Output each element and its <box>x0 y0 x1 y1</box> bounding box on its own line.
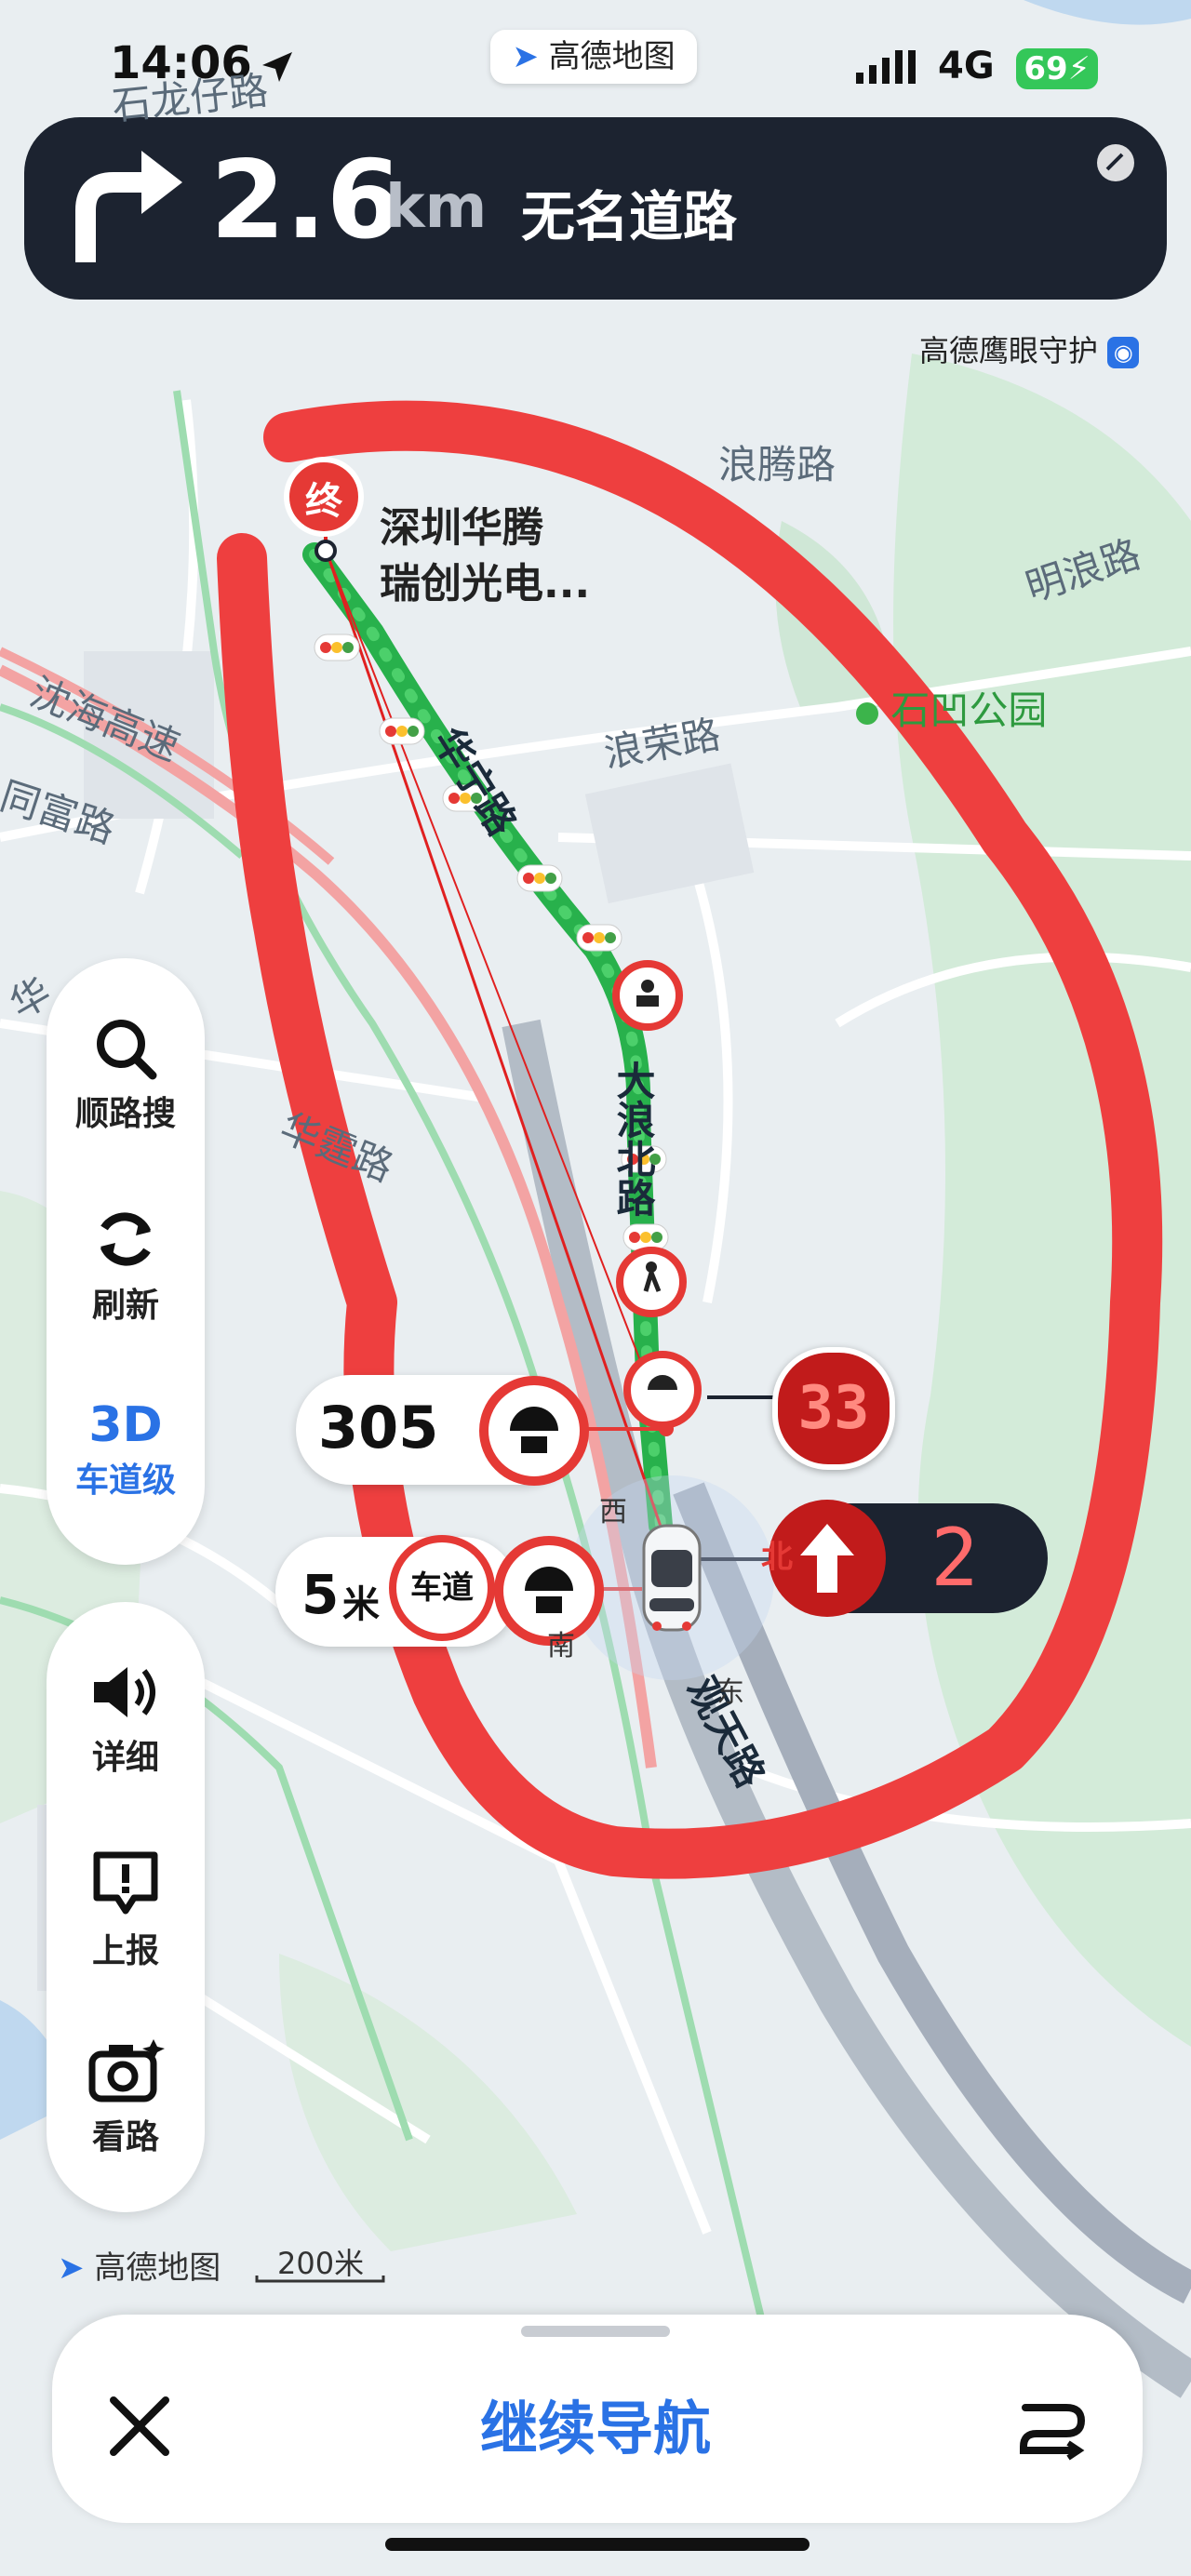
network-type: 4G <box>938 45 995 87</box>
lane-info-value: 305 <box>318 1394 439 1462</box>
close-icon[interactable] <box>102 2389 177 2463</box>
signal-icon <box>856 50 916 84</box>
traffic-light-sign-icon <box>479 1376 589 1486</box>
camera-icon <box>88 2039 165 2102</box>
turn-distance: 2.6 <box>210 138 402 263</box>
compass-west: 西 <box>599 1496 627 1528</box>
side-panel-bottom: 详细 上报 看路 <box>47 1602 205 2212</box>
battery-level: 69 <box>1024 50 1068 87</box>
refresh-icon <box>100 1212 152 1266</box>
poi-label: 石凹公园 <box>856 679 1047 736</box>
voice-detail-button[interactable]: 详细 <box>47 1660 205 1779</box>
refresh-button[interactable]: 刷新 <box>47 1204 205 1327</box>
destination-name[interactable]: 深圳华腾 瑞创光电... <box>380 501 590 612</box>
battery-indicator: 69⚡ <box>1016 48 1098 89</box>
report-icon <box>93 1851 158 1915</box>
turn-instruction-banner[interactable]: 2.6 km 无名道路 <box>24 117 1167 300</box>
search-along-button[interactable]: 顺路搜 <box>47 1016 205 1135</box>
lane-level-3d-button[interactable]: 3D 车道级 <box>47 1397 205 1502</box>
turn-right-arrow-icon <box>75 151 182 262</box>
map-brand-watermark: ➤ 高德地图 <box>58 2242 221 2288</box>
mode-3d-label: 3D <box>88 1397 163 1453</box>
destination-name-line1: 深圳华腾 <box>380 504 543 552</box>
lane-number: 2 <box>930 1512 979 1605</box>
amap-logo-icon: ➤ <box>512 38 539 75</box>
home-indicator[interactable] <box>385 2538 810 2551</box>
lane-tag-label: 车道 <box>410 1569 474 1607</box>
shield-icon: ◉ <box>1107 337 1140 368</box>
gps-signal-icon <box>1097 144 1134 181</box>
distance-unit: 米 <box>342 1583 380 1626</box>
continue-navigation-button[interactable]: 继续导航 <box>409 2382 782 2465</box>
map-brand-label: 高德地图 <box>94 2249 221 2287</box>
route-options-icon[interactable] <box>1012 2389 1091 2463</box>
speaker-icon <box>94 1667 155 1717</box>
road-label: 浪腾路 <box>718 442 836 487</box>
scale-value: 200米 <box>277 2246 365 2281</box>
destination-marker-label: 终 <box>305 480 342 523</box>
lane-level-label: 车道级 <box>74 1462 176 1500</box>
report-label: 上报 <box>91 1932 159 1970</box>
voice-detail-label: 详细 <box>91 1739 159 1777</box>
search-along-label: 顺路搜 <box>74 1095 176 1133</box>
view-road-button[interactable]: 看路 <box>47 2035 205 2158</box>
app-brand-label: 高德地图 <box>548 38 676 75</box>
traffic-light-countdown: 33 <box>772 1347 895 1470</box>
amap-logo-icon: ➤ <box>58 2249 85 2287</box>
side-panel-top: 顺路搜 刷新 3D 车道级 <box>47 958 205 1565</box>
report-button[interactable]: 上报 <box>47 1849 205 1972</box>
destination-name-line2: 瑞创光电... <box>380 560 591 607</box>
turn-distance-unit: km <box>385 173 488 242</box>
app-brand-pill: ➤ 高德地图 <box>490 30 697 84</box>
compass-north: 北 <box>761 1539 793 1576</box>
search-icon <box>97 1020 157 1080</box>
route-road-label: 大浪北路 <box>610 1061 656 1217</box>
compass-east: 东 <box>716 1676 744 1709</box>
eagle-eye-text: 高德鹰眼守护 <box>919 333 1099 368</box>
drag-handle[interactable] <box>521 2326 670 2337</box>
eagle-eye-label[interactable]: 高德鹰眼守护 ◉ <box>919 327 1140 370</box>
distance-value: 5 <box>301 1563 340 1626</box>
compass-south: 南 <box>547 1630 575 1662</box>
lane-tag-sign: 车道 <box>389 1535 495 1641</box>
view-road-label: 看路 <box>91 2118 159 2156</box>
park-icon <box>856 701 878 725</box>
refresh-label: 刷新 <box>91 1287 159 1325</box>
next-road-name: 无名道路 <box>521 185 738 248</box>
poi-name: 石凹公园 <box>890 687 1048 733</box>
